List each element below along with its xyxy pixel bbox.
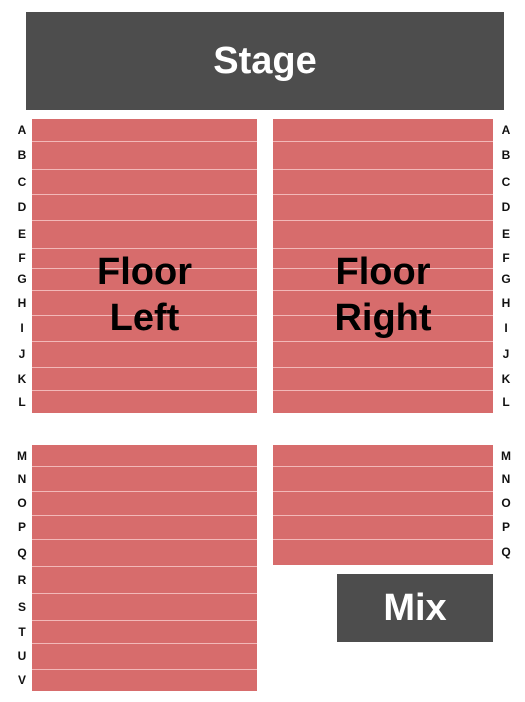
section-title-line1: Floor <box>97 251 192 293</box>
row-label-left-j: J <box>18 347 26 361</box>
row-label-right-f: F <box>502 251 510 265</box>
row-label-left-d: D <box>17 200 27 214</box>
row-label-right-e: E <box>501 227 510 241</box>
section-floor-left-front[interactable]: Floor Left <box>32 119 257 413</box>
row-divider <box>273 367 493 368</box>
section-title-line2: Right <box>334 297 432 339</box>
row-label-right-d: D <box>501 200 511 214</box>
row-label-left-a: A <box>17 123 27 137</box>
row-label-left-i: I <box>20 321 24 335</box>
section-floor-right-rear[interactable] <box>273 445 493 565</box>
row-divider <box>32 220 257 221</box>
row-divider <box>273 220 493 221</box>
row-label-right-o: O <box>501 496 511 510</box>
row-divider <box>32 491 257 492</box>
row-divider <box>273 515 493 516</box>
row-divider <box>32 390 257 391</box>
row-label-left-u: U <box>17 649 27 663</box>
row-label-left-m: M <box>17 448 27 463</box>
row-label-right-i: I <box>504 321 508 335</box>
row-label-left-q: Q <box>17 545 27 560</box>
row-label-left-v: V <box>17 673 26 687</box>
row-divider <box>32 539 257 540</box>
row-label-left-l: L <box>18 394 26 409</box>
row-label-left-g: G <box>17 272 27 286</box>
section-title-line1: Floor <box>335 251 431 293</box>
row-label-left-c: C <box>17 174 27 189</box>
row-divider <box>273 390 493 391</box>
row-label-right-b: B <box>501 148 511 162</box>
row-divider <box>32 169 257 170</box>
row-label-right-p: P <box>501 520 510 534</box>
row-label-right-h: H <box>501 295 511 310</box>
section-title-line2: Left <box>109 297 180 339</box>
row-label-left-t: T <box>18 624 26 639</box>
row-divider <box>32 367 257 368</box>
row-label-left-r: R <box>17 572 27 587</box>
row-divider <box>32 669 257 670</box>
row-divider <box>32 566 257 567</box>
row-label-left-b: B <box>17 148 27 162</box>
row-label-left-s: S <box>17 599 26 614</box>
row-label-right-a: A <box>501 123 511 137</box>
row-divider <box>32 341 257 342</box>
row-label-right-g: G <box>501 272 511 286</box>
row-label-right-q: Q <box>501 545 511 559</box>
row-label-right-n: N <box>501 471 511 486</box>
row-divider <box>32 620 257 621</box>
mix-label: Mix <box>383 586 447 629</box>
row-label-left-k: K <box>17 371 27 386</box>
row-label-right-l: L <box>502 394 510 409</box>
row-divider <box>32 515 257 516</box>
mix-position: Mix <box>337 574 493 642</box>
stage: Stage <box>26 12 504 110</box>
row-divider <box>273 141 493 142</box>
row-label-left-n: N <box>17 471 27 486</box>
section-floor-right-front[interactable]: Floor Right <box>273 119 493 413</box>
row-divider <box>273 194 493 195</box>
row-divider <box>273 491 493 492</box>
row-label-right-c: C <box>501 174 511 189</box>
row-divider <box>32 141 257 142</box>
row-divider <box>273 539 493 540</box>
row-divider <box>32 643 257 644</box>
section-floor-left-rear[interactable] <box>32 445 257 691</box>
row-label-left-o: O <box>17 496 27 510</box>
row-label-left-f: F <box>18 251 26 265</box>
row-divider <box>32 194 257 195</box>
row-divider <box>32 466 257 467</box>
row-divider <box>32 593 257 594</box>
row-divider <box>273 466 493 467</box>
row-label-left-p: P <box>17 520 26 534</box>
row-divider <box>273 341 493 342</box>
row-divider <box>273 169 493 170</box>
row-label-right-m: M <box>501 448 511 463</box>
row-label-left-e: E <box>17 227 26 241</box>
row-label-right-j: J <box>502 347 510 361</box>
row-label-right-k: K <box>501 371 511 386</box>
row-label-left-h: H <box>17 295 27 310</box>
stage-label: Stage <box>213 39 317 82</box>
